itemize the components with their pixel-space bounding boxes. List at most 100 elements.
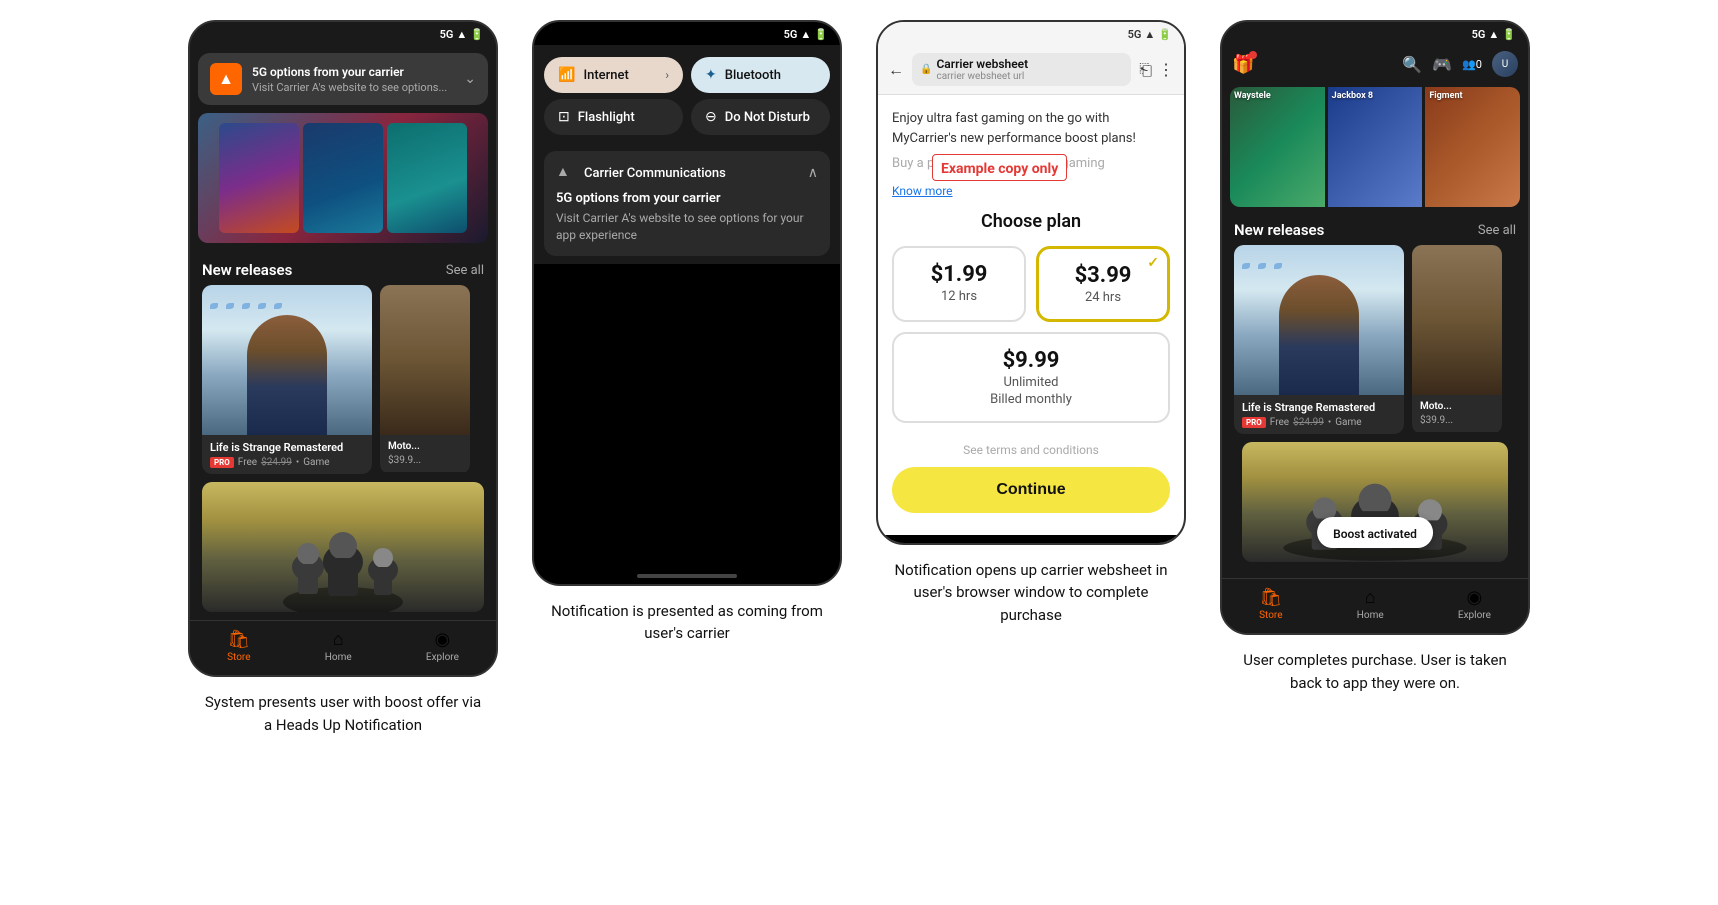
p4-butterfly-2	[1258, 263, 1266, 269]
notification-expand[interactable]: ⌄	[464, 71, 476, 87]
controller-icon[interactable]: 🎮	[1432, 55, 1452, 74]
wifi-toggle-icon: 📶	[558, 67, 575, 83]
p4-bottom-nav: 🛍 Store ⌂ Home ◉ Explore	[1222, 578, 1528, 633]
butterfly-2	[226, 303, 234, 309]
boost-toast-text: Boost activated	[1333, 527, 1417, 541]
p4-home-label: Home	[1357, 610, 1384, 621]
search-icon[interactable]: 🔍	[1402, 55, 1422, 74]
soldier-card[interactable]	[202, 482, 484, 612]
browser-back-button[interactable]: ←	[888, 60, 904, 80]
carrier-section-title: Carrier Communications	[584, 166, 726, 181]
p4-home-icon: ⌂	[1365, 587, 1376, 608]
jackbox8-label: Jackbox 8	[1332, 91, 1373, 101]
carrier-notification: ▲ Carrier Communications ∧ 5G options fr…	[544, 151, 830, 256]
p4-nav-explore[interactable]: ◉ Explore	[1458, 587, 1491, 621]
internet-toggle[interactable]: 📶 Internet ›	[544, 57, 683, 93]
continue-button[interactable]: Continue	[892, 467, 1170, 513]
terms-text: See terms and conditions	[892, 443, 1170, 457]
phone2-status-bar: 5G ▲ 🔋	[534, 22, 840, 45]
avatar[interactable]: U	[1492, 51, 1518, 77]
screenshots-row: 5G ▲ 🔋 ▲ 5G options from your carrier Vi…	[20, 20, 1698, 736]
flashlight-toggle[interactable]: ⊡ Flashlight	[544, 99, 683, 135]
p3-status-icons: 5G ▲ 🔋	[1128, 28, 1172, 41]
p4-moto-img	[1412, 245, 1502, 395]
nav-store[interactable]: 🛍 Store	[227, 629, 250, 663]
banner-games	[215, 119, 471, 237]
phone4-frame: 5G ▲ 🔋 🎁 🔍 🎮 👥0 U	[1220, 20, 1530, 635]
p4-see-all-link[interactable]: See all	[1478, 223, 1516, 238]
dnd-toggle[interactable]: ⊖ Do Not Disturb	[691, 99, 830, 135]
share-icon[interactable]: ⎗	[1139, 60, 1152, 80]
browser-url: carrier websheet url	[936, 71, 1028, 82]
nav-explore[interactable]: ◉ Explore	[426, 629, 459, 663]
phone1-column: 5G ▲ 🔋 ▲ 5G options from your carrier Vi…	[183, 20, 503, 736]
jackbox-thumb	[219, 123, 299, 233]
flashlight-icon: ⊡	[558, 109, 570, 125]
phone4-column: 5G ▲ 🔋 🎁 🔍 🎮 👥0 U	[1215, 20, 1535, 694]
gift-badge-dot	[1249, 51, 1257, 59]
life-is-strange-card[interactable]: Life is Strange Remastered PRO Free $24.…	[202, 285, 372, 474]
plan-3-card[interactable]: $9.99 Unlimited Billed monthly	[892, 332, 1170, 423]
battery-icon: 🔋	[470, 28, 484, 41]
browser-actions: ⎗ ⋮	[1139, 60, 1174, 80]
notification-icon: ▲	[210, 63, 242, 95]
p4-nav-home[interactable]: ⌂ Home	[1357, 587, 1384, 621]
butterflies	[202, 295, 372, 317]
lock-icon: 🔒	[920, 64, 932, 75]
p4-life-is-strange-card[interactable]: Life is Strange Remastered PRO Free $24.…	[1234, 245, 1404, 434]
butterfly-3	[242, 303, 250, 309]
browser-page-title: Carrier websheet	[936, 57, 1028, 71]
dnd-label: Do Not Disturb	[725, 110, 810, 125]
carrier-expand-icon[interactable]: ∧	[808, 165, 818, 181]
user-count: 👥0	[1462, 58, 1482, 71]
banner-image	[198, 113, 488, 243]
carrier-notif-title: 5G options from your carrier	[556, 191, 818, 206]
quick-toggles: 📶 Internet › ✦ Bluetooth ⊡ Flashlight	[534, 45, 840, 143]
banner-image2: Waystele Jackbox 8 Figment	[1230, 87, 1520, 207]
p4-wifi: ▲	[1488, 28, 1499, 41]
plan-1-card[interactable]: $1.99 12 hrs	[892, 246, 1026, 322]
plan-2-card[interactable]: ✓ $3.99 24 hrs	[1036, 246, 1170, 322]
p4-dot: •	[1328, 417, 1331, 428]
gift-icon-badge[interactable]: 🎁	[1232, 54, 1254, 75]
heads-up-notification[interactable]: ▲ 5G options from your carrier Visit Car…	[198, 53, 488, 105]
p4-moto-price: $39.9...	[1420, 415, 1494, 426]
p4-game-type: Game	[1335, 417, 1361, 428]
browser-url-bar[interactable]: 🔒 Carrier websheet carrier websheet url	[912, 53, 1131, 86]
moto-card[interactable]: Moto... $39.9...	[380, 285, 470, 474]
p4-butterflies	[1234, 255, 1404, 277]
bluetooth-toggle[interactable]: ✦ Bluetooth	[691, 57, 830, 93]
know-more-link[interactable]: Know more	[892, 180, 1170, 199]
bottom-bar	[878, 535, 1184, 543]
caption-4: User completes purchase. User is taken b…	[1235, 649, 1515, 694]
p4-price-original: $24.99	[1293, 417, 1324, 428]
game-card-info: Life is Strange Remastered PRO Free $24.…	[202, 435, 372, 474]
p4-pro-badge: PRO	[1242, 417, 1266, 428]
see-all-link[interactable]: See all	[446, 263, 484, 278]
menu-icon[interactable]: ⋮	[1158, 60, 1174, 80]
p4-butterfly-1	[1242, 263, 1250, 269]
bottom-nav: 🛍 Store ⌂ Home ◉ Explore	[190, 620, 496, 675]
p4-signal: 5G	[1472, 28, 1486, 41]
toggle-row-1: 📶 Internet › ✦ Bluetooth	[544, 57, 830, 93]
butterfly-4	[258, 303, 266, 309]
carrier-promo-text: Enjoy ultra fast gaming on the go with M…	[892, 109, 1170, 148]
p4-battery: 🔋	[1502, 28, 1516, 41]
banner-jackbox8: Jackbox 8	[1328, 87, 1423, 207]
p4-moto-card[interactable]: Moto... $39.9...	[1412, 245, 1502, 434]
bluetooth-icon: ✦	[705, 67, 717, 83]
home-icon: ⌂	[333, 629, 344, 650]
selected-checkmark: ✓	[1147, 255, 1159, 271]
store-label: Store	[227, 652, 250, 663]
bluetooth-label: Bluetooth	[725, 68, 781, 83]
explore-label: Explore	[426, 652, 459, 663]
plan-1-duration: 12 hrs	[908, 289, 1010, 304]
nav-home[interactable]: ⌂ Home	[325, 629, 352, 663]
p4-explore-icon: ◉	[1467, 587, 1483, 608]
plan-2-price: $3.99	[1053, 263, 1153, 288]
games-row: Life is Strange Remastered PRO Free $24.…	[190, 285, 496, 474]
signal-icon: 5G	[440, 28, 454, 41]
butterfly-1	[210, 303, 218, 309]
p4-nav-store[interactable]: 🛍 Store	[1259, 587, 1282, 621]
phone1-frame: 5G ▲ 🔋 ▲ 5G options from your carrier Vi…	[188, 20, 498, 677]
